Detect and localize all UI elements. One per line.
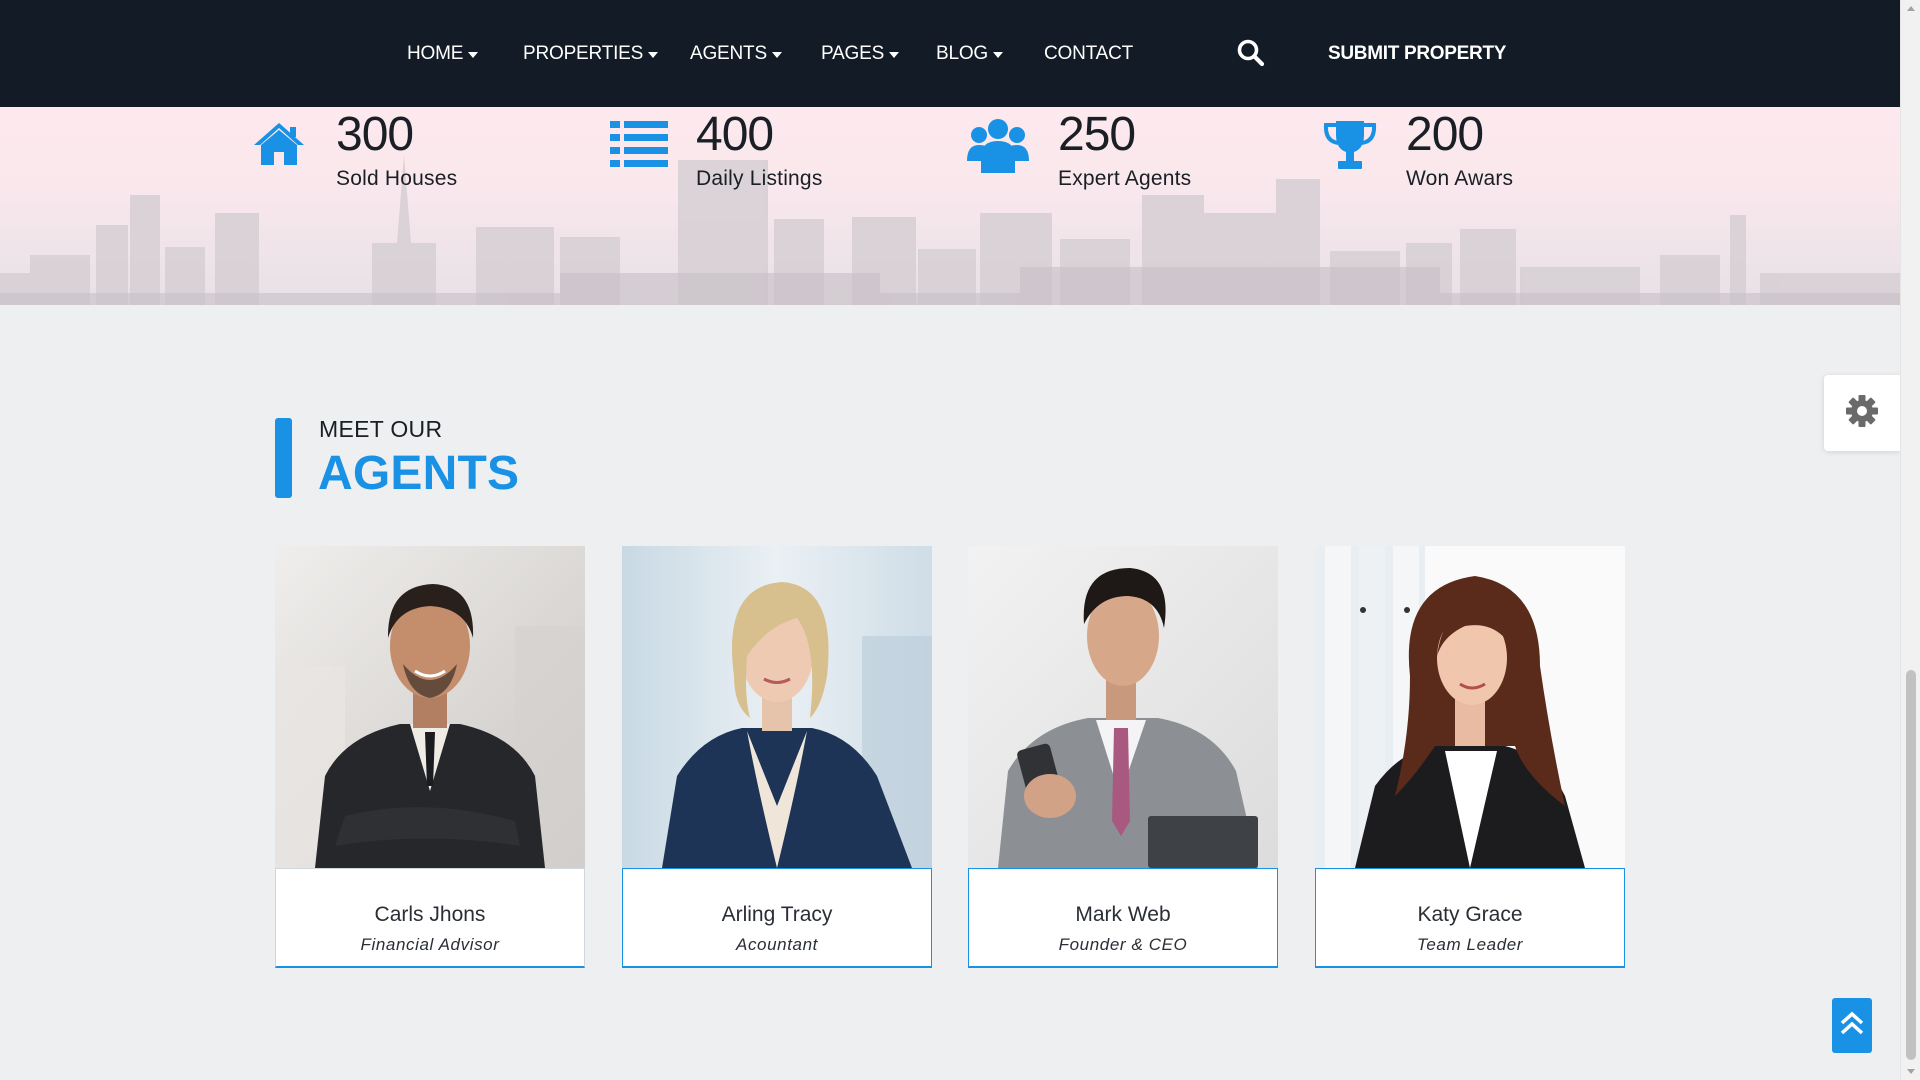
stat-number: 300 [336, 108, 414, 161]
users-icon [967, 117, 1029, 178]
scroll-down-arrow-icon[interactable] [1907, 1069, 1915, 1074]
stat-label: Daily Listings [696, 167, 823, 190]
stats-band: 300 Sold Houses 400 Daily Listings 250 E… [0, 107, 1900, 305]
top-navigation: HOME PROPERTIES AGENTS PAGES BLOG CONTAC… [0, 0, 1900, 107]
nav-item-contact[interactable]: CONTACT [1044, 0, 1133, 107]
section-title: AGENTS [318, 447, 520, 500]
scroll-up-arrow-icon[interactable] [1907, 6, 1915, 11]
gear-icon [1845, 394, 1879, 433]
agent-photo [968, 546, 1278, 868]
page-scrollbar[interactable] [1900, 0, 1920, 1080]
stat-sold-houses: 300 Sold Houses [252, 107, 552, 207]
agent-role: Team Leader [1416, 935, 1524, 954]
stat-won-awards: 200 Won Awars [1322, 107, 1622, 207]
section-subtitle: MEET OUR [319, 416, 443, 442]
agent-role: Acountant [736, 935, 818, 954]
nav-item-label: CONTACT [1044, 42, 1134, 64]
stat-daily-listings: 400 Daily Listings [610, 107, 910, 207]
agent-name: Carls Jhons [374, 903, 486, 926]
nav-item-label: BLOG [936, 42, 988, 64]
agent-name: Arling Tracy [721, 903, 833, 926]
stat-label: Sold Houses [336, 167, 458, 190]
agent-info: Arling Tracy Acountant [622, 868, 932, 968]
nav-item-agents[interactable]: AGENTS [690, 0, 782, 107]
nav-item-label: HOME [407, 42, 464, 64]
nav-item-label: PAGES [821, 42, 885, 64]
nav-item-label: PROPERTIES [523, 42, 644, 64]
agent-info: Katy Grace Team Leader [1315, 868, 1625, 968]
nav-item-label: AGENTS [690, 42, 767, 64]
nav-item-home[interactable]: HOME [407, 0, 479, 107]
agent-role: Founder & CEO [1058, 935, 1188, 954]
stat-expert-agents: 250 Expert Agents [967, 107, 1267, 207]
scroll-to-top-button[interactable] [1832, 998, 1872, 1053]
scrollbar-thumb[interactable] [1906, 670, 1916, 1060]
agent-card[interactable]: Katy Grace Team Leader [1315, 546, 1625, 968]
settings-panel-toggle[interactable] [1824, 375, 1900, 451]
nav-item-properties[interactable]: PROPERTIES [523, 0, 659, 107]
stat-label: Won Awars [1406, 167, 1514, 190]
trophy-icon [1322, 119, 1378, 176]
submit-property-link[interactable]: SUBMIT PROPERTY [1328, 0, 1506, 107]
agent-role: Financial Advisor [360, 935, 500, 954]
house-icon [252, 121, 306, 170]
stat-label: Expert Agents [1058, 167, 1192, 190]
agent-name: Mark Web [1075, 903, 1171, 926]
agent-name: Katy Grace [1417, 903, 1523, 926]
nav-item-blog[interactable]: BLOG [936, 0, 1003, 107]
agent-card[interactable]: Carls Jhons Financial Advisor [275, 546, 585, 968]
nav-item-pages[interactable]: PAGES [821, 0, 900, 107]
caret-down-icon [771, 51, 782, 58]
agent-info: Mark Web Founder & CEO [968, 868, 1278, 968]
agent-card[interactable]: Arling Tracy Acountant [622, 546, 932, 968]
agent-photo [1315, 546, 1625, 868]
caret-down-icon [468, 51, 479, 58]
agent-card[interactable]: Mark Web Founder & CEO [968, 546, 1278, 968]
stat-number: 250 [1058, 108, 1136, 161]
double-chevron-up-icon [1839, 1010, 1865, 1041]
caret-down-icon [648, 51, 659, 58]
caret-down-icon [889, 51, 900, 58]
agent-info: Carls Jhons Financial Advisor [275, 868, 585, 968]
stat-number: 400 [696, 108, 774, 161]
agent-photo [275, 546, 585, 868]
section-accent-bar [275, 418, 292, 498]
caret-down-icon [993, 51, 1003, 58]
search-icon[interactable] [1236, 38, 1266, 68]
stat-number: 200 [1406, 108, 1484, 161]
agent-photo [622, 546, 932, 868]
list-icon [610, 121, 668, 172]
